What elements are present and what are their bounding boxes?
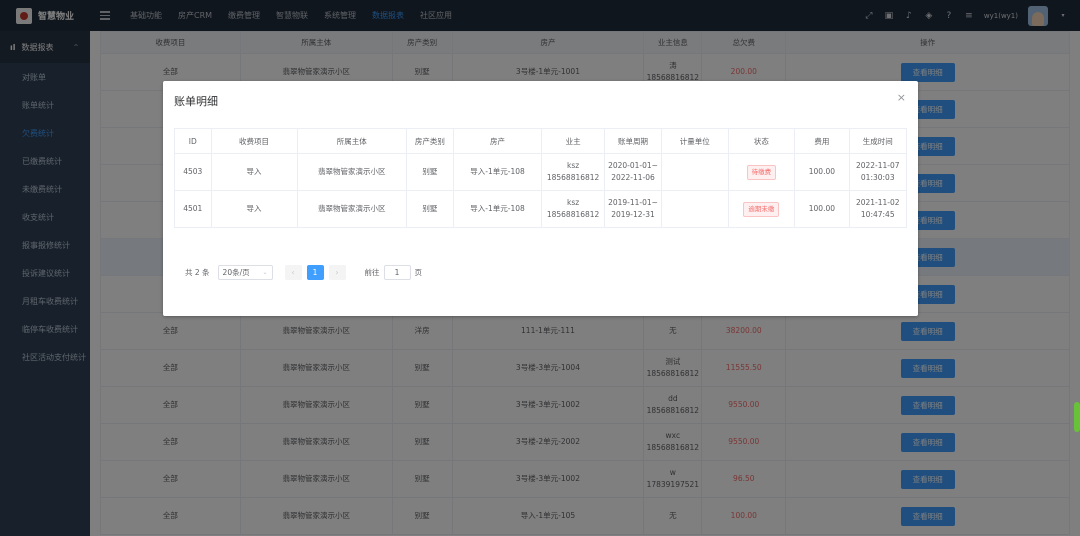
cell-id: 4501: [174, 190, 212, 228]
owner-name: ksz: [567, 198, 580, 207]
period-start: 2020-01-01~: [608, 161, 658, 170]
cell-owner: ksz 18568816812: [541, 153, 605, 191]
table-row: 4503 导入 翡翠物管家演示小区 别墅 导入-1单元-108 ksz 1856881681…: [174, 153, 908, 191]
column-header: 收费项目: [210, 128, 298, 154]
period-end: 2022-11-06: [611, 173, 655, 182]
cell-owner: ksz 18568816812: [541, 190, 605, 228]
column-header: 房产: [452, 128, 543, 154]
column-header: 房产类别: [405, 128, 454, 154]
column-header: 计量单位: [661, 128, 729, 154]
column-header: ID: [174, 128, 212, 154]
cell-unit: [661, 190, 729, 228]
owner-name: ksz: [567, 161, 580, 170]
cell-fee: 100.00: [794, 153, 850, 191]
cell-item: 导入: [210, 190, 298, 228]
goto-page-input[interactable]: 1: [383, 265, 411, 280]
close-icon[interactable]: ×: [897, 91, 906, 104]
cell-created: 2021-11-02 10:47:45: [848, 190, 908, 228]
cell-id: 4503: [174, 153, 212, 191]
cell-period: 2020-01-01~ 2022-11-06: [603, 153, 663, 191]
cell-type: 别墅: [405, 190, 454, 228]
dialog-title: 账单明细: [174, 95, 218, 108]
bill-detail-dialog: 账单明细 × ID 收费项目 所属主体 房产类别 房产 业主 账单周期 计量单位 状态 费用 生成时…: [163, 81, 918, 316]
pagination-total: 共 2 条: [185, 268, 210, 277]
column-header: 业主: [541, 128, 605, 154]
status-badge: 逾期未缴: [743, 201, 780, 217]
column-header: 状态: [727, 128, 796, 154]
prev-page-icon[interactable]: ‹: [284, 265, 302, 280]
period-start: 2019-11-01~: [608, 198, 658, 207]
bill-detail-table: ID 收费项目 所属主体 房产类别 房产 业主 账单周期 计量单位 状态 费用 生成时间 4503 导…: [174, 128, 908, 228]
cell-period: 2019-11-01~ 2019-12-31: [603, 190, 663, 228]
period-end: 2019-12-31: [611, 210, 655, 219]
column-header: 所属主体: [296, 128, 407, 154]
page-size-value: 20条/页: [222, 268, 250, 277]
cell-status: 待缴费: [727, 153, 796, 191]
cell-item: 导入: [210, 153, 298, 191]
scroll-indicator[interactable]: [1074, 402, 1080, 432]
created-time: 01:30:03: [860, 173, 895, 182]
cell-entity: 翡翠物管家演示小区: [296, 153, 407, 191]
table-row: 4501 导入 翡翠物管家演示小区 别墅 导入-1单元-108 ksz 1856881681…: [174, 190, 908, 228]
created-date: 2022-11-07: [855, 161, 900, 170]
cell-house: 导入-1单元-108: [452, 190, 543, 228]
column-header: 费用: [794, 128, 850, 154]
created-date: 2021-11-02: [855, 198, 900, 207]
goto-label: 前往: [364, 268, 380, 277]
cell-house: 导入-1单元-108: [452, 153, 543, 191]
cell-entity: 翡翠物管家演示小区: [296, 190, 407, 228]
page-number-current[interactable]: 1: [306, 265, 324, 280]
page-size-select[interactable]: 20条/页 ⌄: [217, 265, 273, 280]
chevron-down-icon: ⌄: [262, 269, 268, 276]
column-header: 生成时间: [848, 128, 908, 154]
next-page-icon[interactable]: ›: [328, 265, 346, 280]
column-header: 账单周期: [603, 128, 663, 154]
created-time: 10:47:45: [860, 210, 895, 219]
cell-created: 2022-11-07 01:30:03: [848, 153, 908, 191]
goto-suffix: 页: [414, 268, 423, 277]
owner-phone: 18568816812: [546, 173, 600, 182]
cell-status: 逾期未缴: [727, 190, 796, 228]
status-badge: 待缴费: [746, 164, 777, 180]
owner-phone: 18568816812: [546, 210, 600, 219]
cell-unit: [661, 153, 729, 191]
cell-fee: 100.00: [794, 190, 850, 228]
pagination: 共 2 条 20条/页 ⌄ ‹ 1 › 前往 1 页: [185, 265, 422, 280]
cell-type: 别墅: [405, 153, 454, 191]
